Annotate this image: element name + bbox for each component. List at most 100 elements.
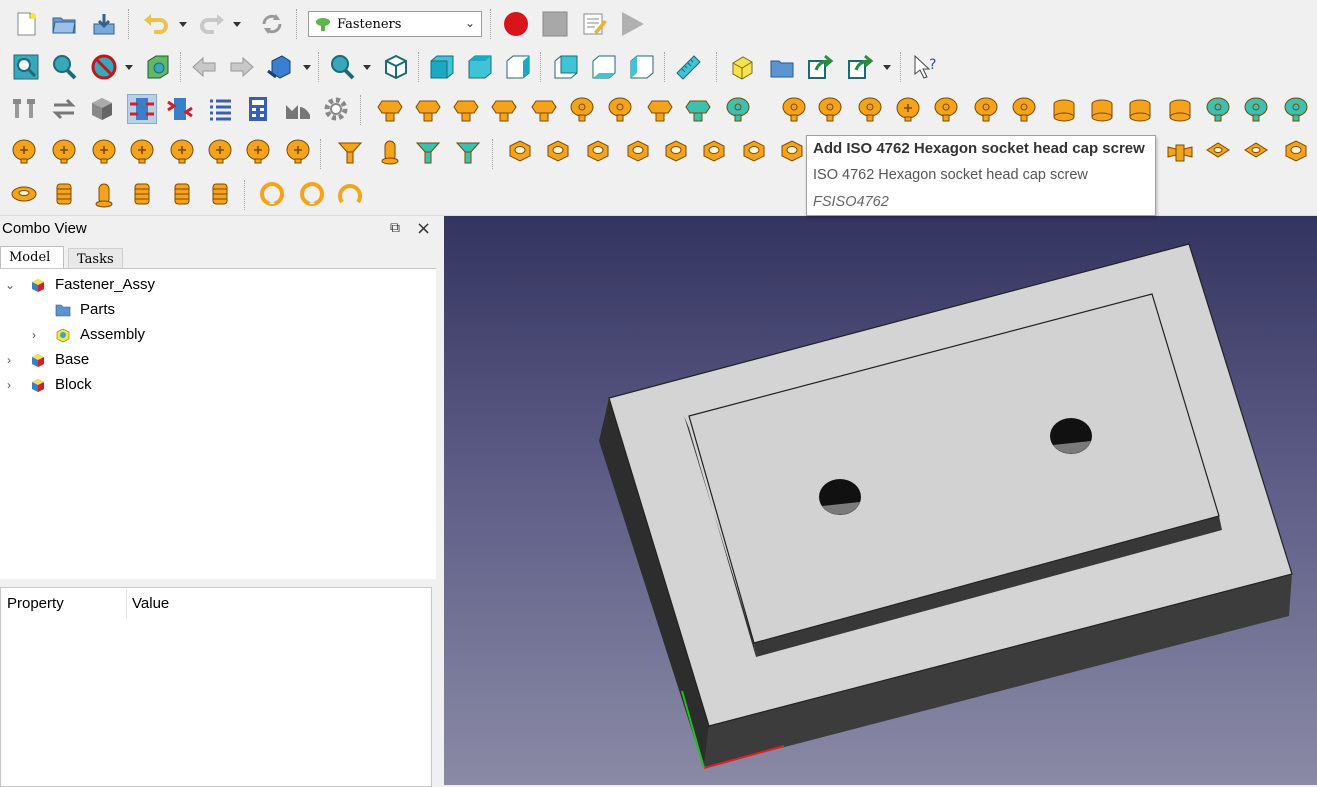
create-part-icon[interactable]: [728, 53, 756, 81]
execute-macro-icon[interactable]: [618, 10, 646, 38]
tab-model[interactable]: Model: [0, 246, 64, 268]
create-group-icon[interactable]: [768, 53, 796, 81]
float-panel-icon[interactable]: ⧉: [390, 220, 406, 236]
fastener-cyl-icon[interactable]: [1088, 95, 1116, 123]
fastener-ring-icon[interactable]: [298, 180, 326, 208]
fastener-hex-icon[interactable]: [376, 95, 404, 123]
new-document-icon[interactable]: [12, 10, 40, 38]
stop-macro-icon[interactable]: [541, 10, 569, 38]
fastener-nut-icon[interactable]: [506, 137, 534, 165]
std-views-dropdown[interactable]: [362, 53, 372, 81]
fastener-hex-icon[interactable]: [530, 95, 558, 123]
fastener-wing-icon[interactable]: [1166, 137, 1194, 165]
chevron-down-icon[interactable]: ⌄: [5, 274, 17, 296]
right-view-icon[interactable]: [504, 53, 532, 81]
fastener-flat-icon[interactable]: [414, 137, 442, 165]
undo-icon[interactable]: [142, 10, 170, 38]
fastener-hex-icon[interactable]: [684, 95, 712, 123]
fastener-square-icon[interactable]: [1242, 137, 1270, 165]
fastener-washer-icon[interactable]: [10, 180, 38, 208]
tree-item-block[interactable]: › Block: [0, 374, 430, 396]
settings-gear-icon[interactable]: [322, 95, 350, 123]
tree-item-fastener-assy[interactable]: ⌄ Fastener_Assy: [0, 274, 430, 296]
thread-profile-icon[interactable]: [284, 95, 312, 123]
fastener-cyl-icon[interactable]: [1126, 95, 1154, 123]
tree-item-base[interactable]: › Base: [0, 349, 430, 371]
tree-item-assembly[interactable]: › Assembly: [0, 324, 430, 346]
fastener-pan-icon[interactable]: [206, 137, 234, 165]
chevron-right-icon[interactable]: ›: [32, 324, 44, 346]
fastener-hex-icon[interactable]: [646, 95, 674, 123]
fastener-pan-icon[interactable]: [50, 137, 78, 165]
fastener-cap-icon[interactable]: [780, 95, 808, 123]
fastener-nut-icon[interactable]: [584, 137, 612, 165]
std-views-icon[interactable]: [328, 53, 356, 81]
fastener-pan-icon[interactable]: [90, 137, 118, 165]
fastener-pin-icon[interactable]: [90, 180, 118, 208]
fastener-pan-icon[interactable]: [128, 137, 156, 165]
fastener-insert-icon[interactable]: [206, 180, 234, 208]
fastener-pan-icon[interactable]: [168, 137, 196, 165]
fastener-pan-icon[interactable]: [894, 95, 922, 123]
fastener-nut-icon[interactable]: [740, 137, 768, 165]
save-document-icon[interactable]: [90, 10, 118, 38]
refresh-icon[interactable]: [258, 10, 286, 38]
fastener-cap-icon[interactable]: [972, 95, 1000, 123]
open-document-icon[interactable]: [50, 10, 78, 38]
3d-viewport[interactable]: [444, 216, 1317, 785]
fastener-pan-icon[interactable]: [284, 137, 312, 165]
move-fastener-icon[interactable]: [10, 95, 38, 123]
fastener-nut-icon[interactable]: [624, 137, 652, 165]
link-actions-icon[interactable]: [846, 53, 874, 81]
fit-all-icon[interactable]: [12, 53, 40, 81]
fastener-cap-icon[interactable]: [606, 95, 634, 123]
chevron-right-icon[interactable]: ›: [7, 374, 19, 396]
top-view-icon[interactable]: [466, 53, 494, 81]
fastener-ring-icon[interactable]: [258, 180, 286, 208]
fastener-flat-icon[interactable]: [336, 137, 364, 165]
fastener-flat-icon[interactable]: [454, 137, 482, 165]
calculator-icon[interactable]: [244, 95, 272, 123]
property-column-header[interactable]: Property: [7, 595, 64, 612]
fastener-cap-icon[interactable]: [816, 95, 844, 123]
back-icon[interactable]: [190, 53, 218, 81]
fastener-nut-icon[interactable]: [662, 137, 690, 165]
fastener-insert-icon[interactable]: [128, 180, 156, 208]
draw-style-icon[interactable]: [90, 53, 118, 81]
fastener-nut-icon[interactable]: [1282, 137, 1310, 165]
bottom-view-icon[interactable]: [590, 53, 618, 81]
fastener-cap-icon[interactable]: [1242, 95, 1270, 123]
whats-this-icon[interactable]: ?: [912, 53, 940, 81]
measure-icon[interactable]: [674, 53, 702, 81]
front-view-icon[interactable]: [428, 53, 456, 81]
workbench-selector[interactable]: Fasteners ⌄: [308, 11, 482, 37]
match-type-icon[interactable]: [127, 94, 157, 124]
isometric-icon[interactable]: [382, 53, 410, 81]
fastener-hex-icon[interactable]: [414, 95, 442, 123]
forward-icon[interactable]: [228, 53, 256, 81]
fastener-ering-icon[interactable]: [336, 180, 364, 208]
fastener-cyl-icon[interactable]: [1050, 95, 1078, 123]
tab-tasks[interactable]: Tasks: [68, 248, 123, 268]
record-macro-icon[interactable]: [502, 10, 530, 38]
fastener-cap-icon[interactable]: [932, 95, 960, 123]
fastener-insert-icon[interactable]: [50, 180, 78, 208]
fastener-pin-icon[interactable]: [376, 137, 404, 165]
fastener-hex-icon[interactable]: [490, 95, 518, 123]
cube-icon[interactable]: [88, 95, 116, 123]
fastener-cap-icon[interactable]: [1010, 95, 1038, 123]
fastener-nut-icon[interactable]: [700, 137, 728, 165]
fastener-hex-icon[interactable]: [452, 95, 480, 123]
fit-selection-icon[interactable]: [50, 53, 78, 81]
tree-item-parts[interactable]: Parts: [0, 299, 430, 321]
fastener-square-icon[interactable]: [1204, 137, 1232, 165]
link-actions-dropdown[interactable]: [882, 53, 892, 81]
bounding-box-icon[interactable]: [144, 53, 172, 81]
undo-dropdown[interactable]: [178, 10, 188, 38]
panel-splitter[interactable]: [436, 216, 444, 785]
bom-list-icon[interactable]: [206, 95, 234, 123]
fastener-nut-icon[interactable]: [544, 137, 572, 165]
fastener-cap-icon[interactable]: [856, 95, 884, 123]
sync-view-icon[interactable]: [266, 53, 294, 81]
rear-view-icon[interactable]: [552, 53, 580, 81]
